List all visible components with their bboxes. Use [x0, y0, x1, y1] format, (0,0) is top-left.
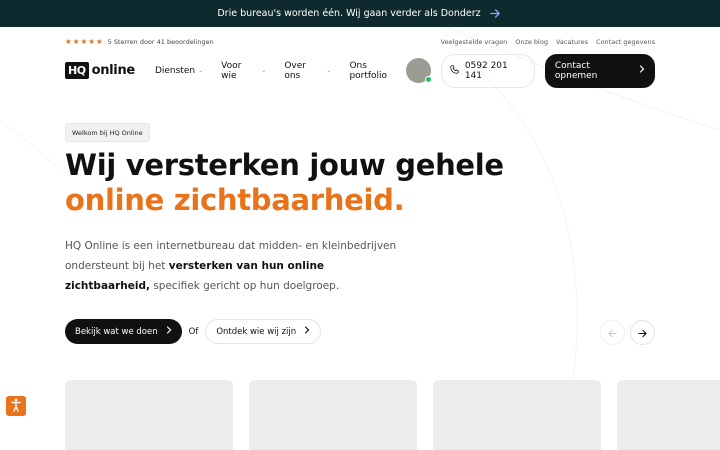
nav-item-label: Voor wie	[221, 60, 242, 81]
chevron-down-icon: ⌄	[326, 67, 332, 74]
portfolio-card[interactable]	[617, 380, 720, 450]
chevron-right-icon	[166, 326, 172, 337]
utility-bar: ★ ★ ★ ★ ★ 5 Sterren door 41 beoordelinge…	[65, 36, 655, 48]
star-icon: ★	[95, 37, 103, 47]
rating: ★ ★ ★ ★ ★ 5 Sterren door 41 beoordelinge…	[65, 38, 214, 46]
avatar[interactable]	[405, 58, 432, 83]
logo-mark: HQ	[65, 62, 89, 79]
carousel-next-button[interactable]	[630, 320, 655, 345]
view-services-button[interactable]: Bekijk wat we doen	[65, 319, 182, 344]
arrow-right-icon	[638, 323, 647, 342]
announcement-text[interactable]: Drie bureau's worden één. Wij gaan verde…	[217, 8, 480, 19]
nav-item-label: Over ons	[284, 60, 306, 81]
rating-text: 5 Sterren door 41 beoordelingen	[107, 38, 214, 46]
welcome-badge: Welkom bij HQ Online	[65, 123, 150, 142]
link-vacancies[interactable]: Vacatures	[556, 38, 588, 46]
link-faq[interactable]: Veelgestelde vragen	[441, 38, 508, 46]
about-us-label: Ontdek wie wij zijn	[216, 326, 297, 337]
accessibility-icon	[10, 397, 22, 416]
arrow-left-icon	[608, 323, 617, 342]
phone-number: 0592 201 141	[464, 60, 508, 81]
star-icon: ★	[72, 37, 80, 47]
link-blog[interactable]: Onze blog	[515, 38, 548, 46]
star-icon: ★	[80, 37, 88, 47]
chevron-down-icon: ⌄	[198, 67, 204, 74]
rating-stars: ★ ★ ★ ★ ★	[65, 38, 103, 46]
portfolio-card[interactable]	[433, 380, 601, 450]
chevron-right-icon	[304, 326, 310, 337]
nav-item-over-ons[interactable]: Over ons ⌄	[284, 61, 331, 81]
portfolio-card[interactable]	[249, 380, 417, 450]
nav-item-portfolio[interactable]: Ons portfolio	[349, 61, 405, 81]
chevron-right-icon	[639, 65, 645, 76]
logo[interactable]: HQ online	[65, 62, 135, 79]
nav-menu: Diensten ⌄ Voor wie ⌄ Over ons ⌄ Ons por…	[155, 61, 406, 81]
nav-item-label: Diensten	[154, 65, 196, 76]
nav-actions: 0592 201 141 Contact opnemen	[405, 53, 655, 88]
star-icon: ★	[65, 37, 72, 47]
portfolio-card[interactable]	[65, 380, 233, 450]
hero-lead-text-end: specifiek gericht op hun doelgroep.	[150, 280, 340, 292]
hero-lead: HQ Online is een internetbureau dat midd…	[65, 236, 405, 296]
contact-button[interactable]: Contact opnemen	[544, 53, 655, 88]
hero-title-line2: online zichtbaarheid.	[65, 183, 405, 217]
chevron-down-icon: ⌄	[261, 67, 267, 74]
nav-item-diensten[interactable]: Diensten ⌄	[155, 61, 203, 81]
main-navigation: HQ online Diensten ⌄ Voor wie ⌄ Over ons…	[65, 53, 655, 88]
arrow-right-icon[interactable]	[489, 7, 503, 21]
online-status-dot	[424, 76, 432, 83]
logo-text: online	[91, 63, 136, 78]
view-services-label: Bekijk wat we doen	[75, 326, 158, 337]
hero-title-line1: Wij versterken jouw gehele	[65, 148, 504, 182]
accessibility-button[interactable]	[6, 396, 26, 416]
portfolio-carousel	[65, 380, 720, 450]
contact-button-label: Contact opnemen	[554, 60, 598, 81]
carousel-prev-button[interactable]	[600, 320, 625, 345]
utility-links: Veelgestelde vragen Onze blog Vacatures …	[441, 38, 655, 46]
or-separator: Of	[188, 326, 199, 337]
nav-item-voor-wie[interactable]: Voor wie ⌄	[221, 61, 266, 81]
announcement-bar[interactable]: Drie bureau's worden één. Wij gaan verde…	[0, 0, 720, 27]
phone-icon	[450, 64, 459, 77]
nav-item-label: Ons portfolio	[349, 60, 388, 81]
hero-cta-row: Bekijk wat we doen Of Ontdek wie wij zij…	[65, 319, 322, 344]
carousel-controls	[600, 320, 655, 345]
hero-title: Wij versterken jouw gehele online zichtb…	[65, 148, 504, 218]
about-us-button[interactable]: Ontdek wie wij zijn	[205, 319, 322, 344]
phone-button[interactable]: 0592 201 141	[440, 53, 535, 88]
star-icon: ★	[88, 37, 95, 47]
link-contact-details[interactable]: Contact gegevens	[596, 38, 655, 46]
